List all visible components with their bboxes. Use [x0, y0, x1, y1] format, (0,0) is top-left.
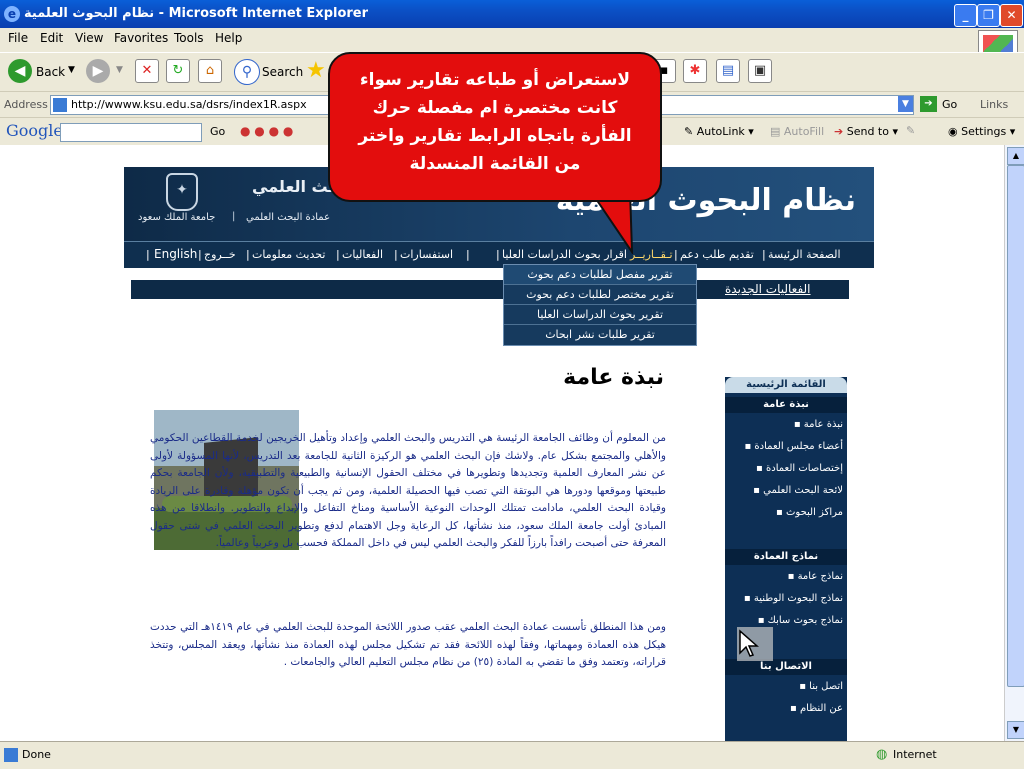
sidebar-item-sabic-forms[interactable]: نماذج بحوث سابك ▪ — [758, 615, 843, 626]
section-title: نبذة عامة — [563, 365, 664, 390]
nav-inquiries[interactable]: استفسارات — [400, 248, 453, 261]
sidebar-section-contact: الاتصال بنا — [725, 659, 847, 675]
address-url: http://wwww.ksu.edu.sa/dsrs/index1R.aspx — [71, 98, 307, 111]
window-title-bar[interactable]: e نظام البحوث العلمية - Microsoft Intern… — [0, 0, 1024, 28]
news-bar: الفعاليات الجديدة — [131, 280, 849, 299]
dropdown-item-summary-report[interactable]: تقرير مختصر لطلبات دعم بحوث — [504, 285, 696, 305]
nav-events[interactable]: الفعاليات — [342, 248, 383, 261]
menu-file[interactable]: File — [8, 31, 28, 45]
sidebar-item-national-forms[interactable]: نماذج البحوث الوطنية ▪ — [744, 593, 843, 604]
university-name: جامعة الملك سعود — [138, 212, 216, 223]
right-sidebar: القائمة الرئيسية نبذة عامة نبذة عامة ▪ أ… — [725, 377, 847, 741]
scroll-thumb[interactable] — [1007, 165, 1024, 687]
autolink-icon: ✎ — [684, 125, 697, 138]
menu-help[interactable]: Help — [215, 31, 242, 45]
autofill-button[interactable]: ▤ AutoFill — [770, 125, 824, 138]
banner-divider: | — [232, 211, 236, 222]
instruction-callout: لاستعراض أو طباعه تقارير سواء كانت مختصر… — [328, 52, 662, 202]
search-icon[interactable]: ⚲ — [234, 59, 260, 85]
callout-text: لاستعراض أو طباعه تقارير سواء كانت مختصر… — [358, 70, 632, 174]
back-button-label[interactable]: Back — [36, 65, 65, 79]
menu-view[interactable]: View — [75, 31, 103, 45]
favorites-star-icon[interactable]: ★ — [306, 58, 326, 83]
send-to-button[interactable]: ➔ Send to ▾ — [834, 125, 898, 138]
sidebar-item-contact-us[interactable]: اتصل بنا ▪ — [799, 681, 843, 692]
sidebar-main-menu-header: القائمة الرئيسية — [725, 377, 847, 393]
sidebar-item-research-centers[interactable]: مراكز البحوث ▪ — [776, 507, 843, 518]
intro-paragraph-1: من المعلوم أن وظائف الجامعة الرئيسة هي ا… — [150, 432, 666, 549]
send-to-icon: ➔ — [834, 125, 847, 138]
vertical-scrollbar[interactable]: ▲ ▼ — [1004, 145, 1024, 741]
google-search-input[interactable] — [60, 123, 202, 142]
deanship-name: عمادة البحث العلمي — [246, 212, 331, 223]
autolink-button[interactable]: ✎ AutoLink ▾ — [684, 125, 754, 138]
refresh-icon[interactable]: ↻ — [166, 59, 190, 83]
go-arrow-icon[interactable]: ➔ — [920, 96, 937, 112]
settings-icon: ◉ — [948, 125, 962, 138]
ie-icon: e — [4, 6, 20, 22]
menu-bar: File Edit View Favorites Tools Help — [0, 28, 1024, 49]
menu-favorites[interactable]: Favorites — [114, 31, 168, 45]
nav-logout[interactable]: خــروج — [204, 248, 236, 261]
reports-dropdown-menu: تقرير مفصل لطلبات دعم بحوث تقرير مختصر ل… — [503, 264, 697, 346]
close-button[interactable]: ✕ — [1000, 4, 1023, 27]
stop-icon[interactable]: ✕ — [135, 59, 159, 83]
search-button-label[interactable]: Search — [262, 65, 303, 79]
address-dropdown-icon[interactable]: ▼ — [898, 96, 913, 112]
home-icon[interactable]: ⌂ — [198, 59, 222, 83]
intro-paragraph-2: ومن هذا المنطلق تأسست عمادة البحث العلمي… — [150, 621, 666, 668]
scroll-down-icon[interactable]: ▼ — [1007, 721, 1024, 739]
dropdown-item-detailed-report[interactable]: تقرير مفصل لطلبات دعم بحوث — [504, 265, 696, 285]
forward-arrow-icon[interactable]: ▶ — [86, 59, 110, 83]
google-go-button[interactable]: Go — [210, 125, 225, 138]
sidebar-item-duties[interactable]: إختصاصات العمادة ▪ — [756, 463, 843, 474]
messenger-icon[interactable]: ✱ — [683, 59, 707, 83]
scroll-up-icon[interactable]: ▲ — [1007, 147, 1024, 165]
sidebar-item-regulations[interactable]: لائحة البحث العلمي ▪ — [753, 485, 843, 496]
window-title: نظام البحوث العلمية - Microsoft Internet… — [24, 6, 369, 21]
page-icon — [53, 98, 67, 112]
forward-dropdown-icon[interactable]: ▼ — [116, 65, 123, 75]
print-icon[interactable]: ▣ — [748, 59, 772, 83]
internet-zone-icon: ◍ — [876, 747, 888, 762]
back-dropdown-icon[interactable]: ▼ — [68, 65, 75, 75]
dropdown-item-graduate-report[interactable]: تقرير بحوث الدراسات العليا — [504, 305, 696, 325]
highlight-icon[interactable]: ✎ — [906, 124, 915, 137]
go-button[interactable]: Go — [942, 98, 957, 111]
nav-reports[interactable]: تـقــاريــر — [630, 248, 673, 261]
menu-tools[interactable]: Tools — [174, 31, 204, 45]
nav-submit-request[interactable]: تقديم طلب دعم — [680, 248, 754, 261]
sidebar-item-general-forms[interactable]: نماذج عامة ▪ — [788, 571, 843, 582]
settings-button[interactable]: ◉ Settings ▾ — [948, 125, 1015, 138]
sidebar-section-forms: نماذج العمادة — [725, 549, 847, 565]
page-status-icon — [4, 748, 18, 762]
sidebar-item-council-members[interactable]: أعضاء مجلس العمادة ▪ — [744, 441, 843, 452]
google-tools-icons[interactable]: ● ● ● ● — [240, 124, 293, 138]
maximize-button[interactable]: ❐ — [977, 4, 1000, 27]
status-done: Done — [22, 748, 51, 761]
page-content: ✦ البحث العلمي جامعة الملك سعود | عمادة … — [0, 145, 1004, 741]
news-title-link[interactable]: الفعاليات الجديدة — [725, 282, 811, 296]
dropdown-item-publication-report[interactable]: تقرير طلبات نشر ابحاث — [504, 325, 696, 344]
google-logo: Google — [6, 121, 63, 140]
mouse-cursor-icon — [739, 629, 759, 657]
status-zone: Internet — [893, 748, 937, 761]
nav-update-info[interactable]: تحديث معلومات — [252, 248, 325, 261]
minimize-button[interactable]: _ — [954, 4, 977, 27]
nav-english[interactable]: English — [154, 247, 197, 261]
address-label: Address — [4, 98, 48, 111]
sidebar-item-about-system[interactable]: عن النظام ▪ — [790, 703, 843, 714]
links-button[interactable]: Links — [980, 98, 1008, 111]
site-nav-bar: الصفحة الرئيسة | تقديم طلب دعم | اقرار ب… — [124, 241, 874, 268]
autofill-icon: ▤ — [770, 125, 784, 138]
nav-home[interactable]: الصفحة الرئيسة — [768, 248, 841, 261]
back-arrow-icon[interactable]: ◀ — [8, 59, 32, 83]
status-bar: Done ◍ Internet — [0, 741, 1024, 769]
research-icon[interactable]: ▤ — [716, 59, 740, 83]
menu-edit[interactable]: Edit — [40, 31, 63, 45]
university-emblem: ✦ — [166, 173, 198, 211]
sidebar-section-about: نبذة عامة — [725, 397, 847, 413]
sidebar-item-about[interactable]: نبذة عامة ▪ — [794, 419, 843, 430]
